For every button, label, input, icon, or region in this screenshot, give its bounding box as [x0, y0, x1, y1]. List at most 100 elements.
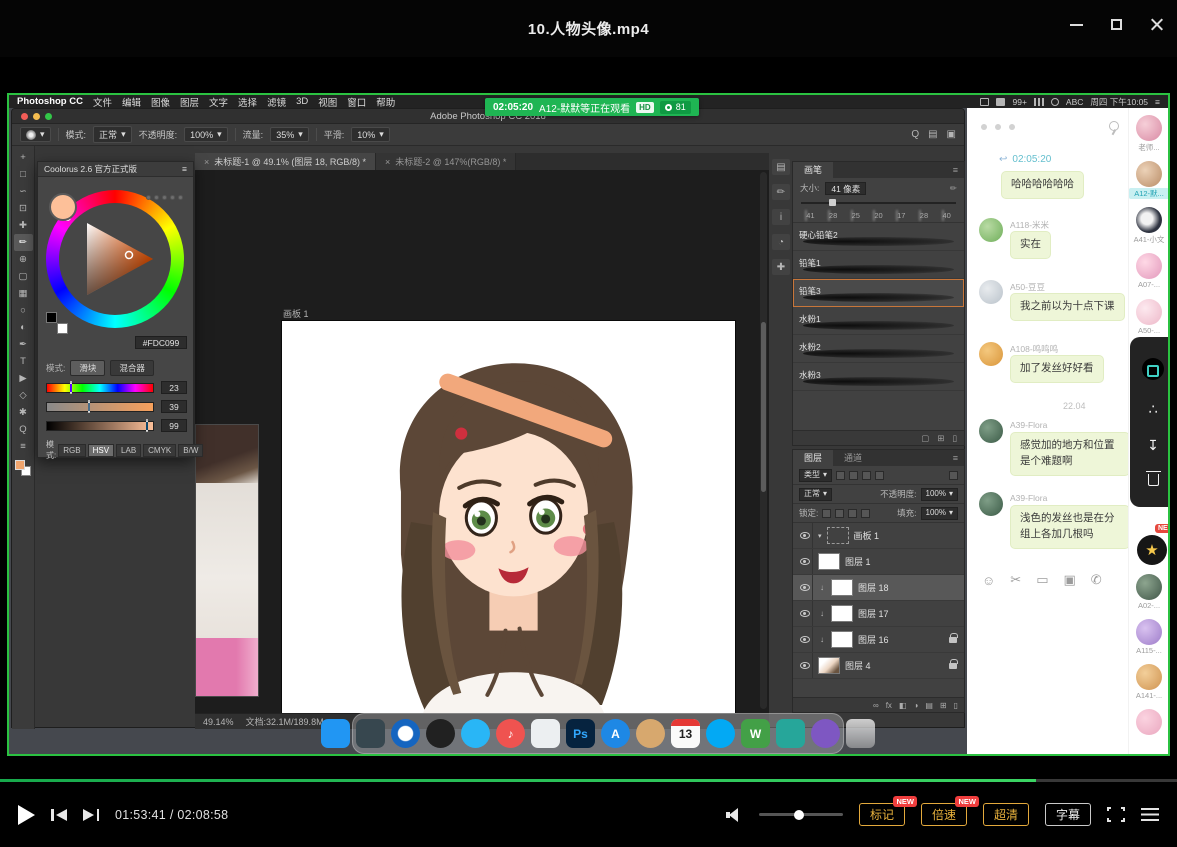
- document-tab-active[interactable]: × 未标题-1 @ 49.1% (图层 18, RGB/8) *: [195, 153, 376, 170]
- smoothing-select[interactable]: 10%▾: [351, 127, 390, 142]
- playlist-button[interactable]: [1141, 808, 1159, 821]
- slider-mode-button[interactable]: 滑块: [70, 360, 105, 376]
- layer-name[interactable]: 图层 1: [845, 555, 871, 568]
- brush-list-item[interactable]: 水粉3: [793, 363, 964, 391]
- panel-menu-icon[interactable]: ≡: [953, 453, 964, 463]
- bluetooth-icon[interactable]: [1051, 98, 1059, 106]
- bw-mode-button[interactable]: B/W: [178, 444, 203, 457]
- visibility-toggle[interactable]: [797, 627, 813, 652]
- layer-name[interactable]: 图层 4: [845, 659, 871, 672]
- dock-icon-video[interactable]: [811, 719, 840, 748]
- artboard-label[interactable]: 画板 1: [283, 307, 309, 320]
- dock-icon-screen-share[interactable]: [776, 719, 805, 748]
- lock-position-icon[interactable]: [848, 509, 857, 518]
- layer-mask-icon[interactable]: ◧: [899, 701, 907, 710]
- shape-tool[interactable]: ◇: [14, 387, 33, 404]
- hand-tool[interactable]: ✱: [14, 404, 33, 421]
- clone-source-icon[interactable]: ◔: [772, 234, 790, 250]
- layer-row[interactable]: ↓ 图层 16: [793, 627, 964, 653]
- scrollbar-thumb[interactable]: [761, 322, 766, 492]
- foreground-color-swatch[interactable]: [15, 460, 25, 470]
- brush-tip[interactable]: 20: [867, 211, 890, 220]
- clone-stamp-tool[interactable]: ⊕: [14, 251, 33, 268]
- brush-tip[interactable]: 28: [822, 211, 845, 220]
- link-layers-icon[interactable]: ∞: [873, 701, 879, 710]
- next-button[interactable]: [83, 808, 99, 822]
- hsv-mode-button[interactable]: HSV: [88, 444, 114, 457]
- pen-tool[interactable]: ✒: [14, 336, 33, 353]
- fullscreen-button[interactable]: [1107, 807, 1125, 822]
- avatar[interactable]: [979, 492, 1003, 516]
- member-label[interactable]: A41-小文: [1129, 234, 1169, 245]
- layer-row-artboard[interactable]: ▾ 画板 1: [793, 523, 964, 549]
- image-icon[interactable]: ▣: [1063, 572, 1075, 588]
- member-avatar[interactable]: [1136, 115, 1162, 141]
- sender-name[interactable]: A108-鸣鸣鸣: [1010, 343, 1058, 355]
- lock-all-icon[interactable]: [861, 509, 870, 518]
- dock-icon-qq[interactable]: [706, 719, 735, 748]
- dock-icon-calendar[interactable]: 13: [671, 719, 700, 748]
- layer-name[interactable]: 图层 18: [858, 581, 889, 594]
- screenshot-icon[interactable]: ✂: [1010, 572, 1021, 588]
- lock-transparent-icon[interactable]: [822, 509, 831, 518]
- sender-name[interactable]: A39-Flora: [1010, 493, 1047, 503]
- filter-icon[interactable]: [875, 471, 884, 480]
- zoom-tool[interactable]: Q: [14, 421, 33, 438]
- quality-button[interactable]: 超清: [983, 803, 1029, 826]
- blur-tool[interactable]: ○: [14, 302, 33, 319]
- subtitle-button[interactable]: 字幕: [1045, 803, 1091, 826]
- white-swatch[interactable]: [57, 323, 68, 334]
- member-label-speaking[interactable]: A12-默...: [1129, 188, 1169, 199]
- share-button[interactable]: ∴: [1149, 402, 1158, 416]
- file-icon[interactable]: ▭: [1036, 572, 1048, 588]
- sender-name[interactable]: A39-Flora: [1010, 420, 1047, 430]
- filter-type-select[interactable]: 类型▾: [799, 469, 832, 482]
- close-tab-icon[interactable]: ×: [204, 157, 209, 167]
- member-label[interactable]: 老师...: [1129, 142, 1169, 153]
- cmyk-mode-button[interactable]: CMYK: [143, 444, 176, 457]
- brush-list-item[interactable]: 硬心铅笔2: [793, 223, 964, 251]
- document-tab-inactive[interactable]: × 未标题-2 @ 147%(RGB/8) *: [376, 153, 516, 170]
- menu-type[interactable]: 文字: [209, 95, 228, 109]
- previous-button[interactable]: [51, 808, 67, 822]
- notification-badge[interactable]: 99+: [1012, 97, 1026, 107]
- member-avatar[interactable]: [1136, 161, 1162, 187]
- dock-icon-music[interactable]: ♪: [496, 719, 525, 748]
- member-avatar[interactable]: [1136, 664, 1162, 690]
- menu-window[interactable]: 窗口: [347, 95, 366, 109]
- filter-icon[interactable]: [849, 471, 858, 480]
- visibility-toggle[interactable]: [797, 653, 813, 678]
- panel-menu-icon[interactable]: ≡: [953, 165, 964, 175]
- new-brush-icon[interactable]: ⊞: [937, 433, 944, 444]
- download-button[interactable]: ↧: [1147, 438, 1159, 452]
- battery-icon[interactable]: [996, 98, 1005, 106]
- brush-list-item[interactable]: 铅笔1: [793, 251, 964, 279]
- dodge-tool[interactable]: ◐: [14, 319, 33, 336]
- dock-icon-messenger[interactable]: [461, 719, 490, 748]
- maximize-button[interactable]: [1110, 18, 1123, 31]
- member-label[interactable]: A07-...: [1129, 280, 1169, 289]
- menu-view[interactable]: 视图: [318, 95, 337, 109]
- member-avatar[interactable]: [1136, 574, 1162, 600]
- filter-icon[interactable]: [836, 471, 845, 480]
- menu-edit[interactable]: 编辑: [122, 95, 141, 109]
- coolorus-menu-icon[interactable]: ≡: [182, 164, 187, 174]
- menu-help[interactable]: 帮助: [376, 95, 395, 109]
- camera-button[interactable]: [1142, 358, 1164, 380]
- lab-mode-button[interactable]: LAB: [116, 444, 141, 457]
- play-button[interactable]: [18, 805, 35, 825]
- brush-list-item[interactable]: 水粉1: [793, 307, 964, 335]
- brush-preset-chip[interactable]: ▾: [20, 127, 51, 142]
- hue-slider[interactable]: 23: [46, 381, 187, 395]
- brush-tip[interactable]: 41: [799, 211, 822, 220]
- volume-slider[interactable]: [759, 813, 843, 816]
- member-avatar[interactable]: [1136, 619, 1162, 645]
- brush-tip[interactable]: 25: [844, 211, 867, 220]
- lasso-tool[interactable]: ∽: [14, 183, 33, 200]
- canvas-scrollbar[interactable]: [760, 172, 767, 709]
- adjustments-icon[interactable]: ✚: [772, 259, 790, 275]
- member-label[interactable]: A115-...: [1129, 646, 1169, 655]
- mark-button[interactable]: 标记 NEW: [859, 803, 905, 826]
- close-tab-icon[interactable]: ×: [385, 157, 390, 167]
- filter-icon[interactable]: [862, 471, 871, 480]
